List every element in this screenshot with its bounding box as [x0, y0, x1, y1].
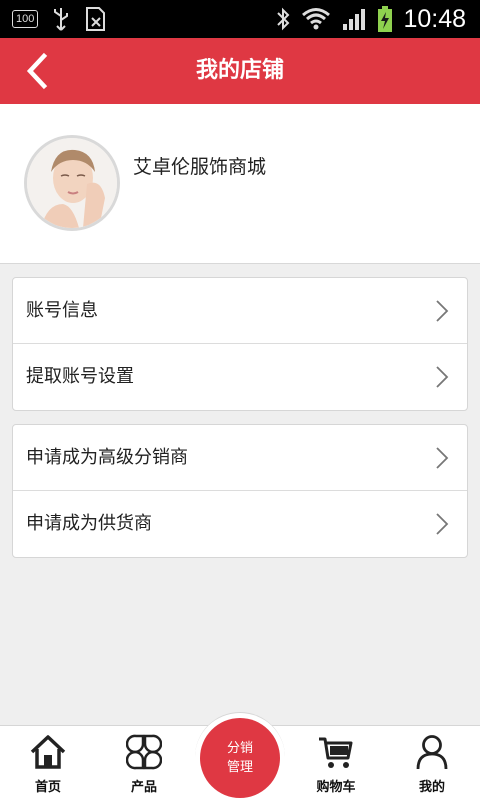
distribution-management-button[interactable]: 分销 管理: [200, 718, 280, 798]
row-label: 账号信息: [26, 300, 98, 321]
apply-menu-group: 申请成为高级分销商 申请成为供货商: [12, 424, 468, 558]
account-menu-group: 账号信息 提取账号设置: [12, 277, 468, 411]
avatar-portrait-image: [27, 138, 117, 228]
row-label: 提取账号设置: [26, 366, 134, 387]
sd-card-icon: [86, 7, 106, 31]
tab-label: 购物车: [316, 780, 356, 795]
apply-supplier-row[interactable]: 申请成为供货商: [13, 491, 467, 557]
title-bar: 我的店铺: [0, 38, 480, 104]
center-label-line2: 管理: [226, 760, 253, 775]
chevron-right-icon: [436, 300, 449, 322]
chevron-right-icon: [436, 513, 449, 535]
tab-label: 首页: [34, 780, 61, 795]
tab-mine[interactable]: 我的: [384, 726, 480, 800]
tab-products[interactable]: 产品: [96, 726, 192, 800]
account-info-row[interactable]: 账号信息: [13, 278, 467, 344]
usb-icon: [54, 8, 69, 31]
chevron-right-icon: [436, 366, 449, 388]
battery-charging-icon: [378, 6, 393, 32]
signal-icon: [343, 9, 366, 30]
shop-name: 艾卓伦服饰商城: [133, 156, 267, 178]
row-label: 申请成为供货商: [26, 513, 152, 534]
tab-label: 产品: [130, 780, 157, 795]
shopping-cart-icon: [319, 737, 353, 768]
row-label: 申请成为高级分销商: [26, 447, 188, 468]
bottom-tab-bar: 首页 产品 分销 管理 购物车 我的: [0, 712, 480, 800]
wifi-icon: [302, 8, 331, 30]
tab-label: 我的: [418, 780, 445, 795]
tab-cart[interactable]: 购物车: [288, 726, 384, 800]
center-button-ring: 分销 管理: [195, 712, 285, 800]
chevron-right-icon: [436, 447, 449, 469]
home-icon: [30, 735, 66, 769]
apply-senior-distributor-row[interactable]: 申请成为高级分销商: [13, 425, 467, 491]
bluetooth-icon: [277, 7, 290, 31]
withdraw-account-settings-row[interactable]: 提取账号设置: [13, 344, 467, 410]
center-label-line1: 分销: [226, 741, 253, 756]
clock: 10:48: [403, 5, 466, 33]
page-title: 我的店铺: [195, 58, 284, 83]
shop-profile: 艾卓伦服饰商城: [0, 104, 480, 264]
user-icon: [416, 735, 448, 770]
status-bar: 100 10:48: [0, 0, 480, 38]
tab-home[interactable]: 首页: [0, 726, 96, 800]
battery-100-badge: 100: [12, 10, 39, 28]
grid-circles-icon: [126, 734, 162, 770]
avatar[interactable]: [24, 135, 120, 231]
